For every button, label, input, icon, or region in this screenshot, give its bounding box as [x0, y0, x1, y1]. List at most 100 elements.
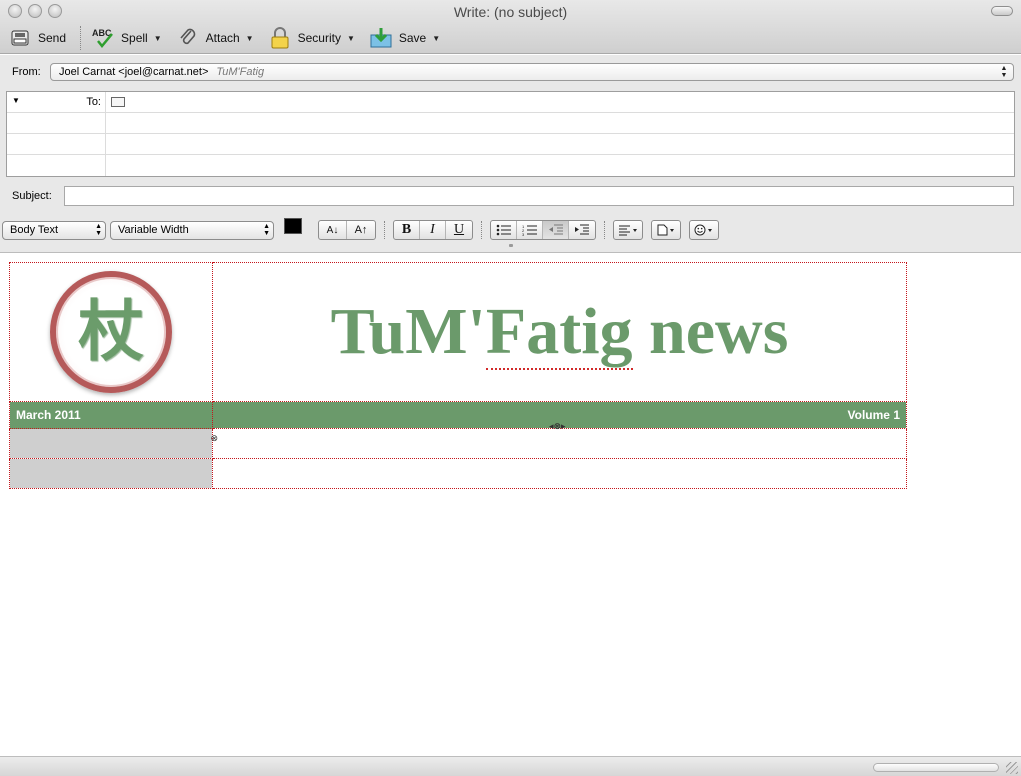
newsletter-title: TuM'Fatig news	[213, 294, 906, 370]
to-label: To:	[86, 96, 101, 108]
title-misspelled-word: Fatig	[485, 295, 633, 370]
outdent-icon[interactable]	[543, 221, 569, 239]
toolbar-separator	[80, 26, 82, 50]
spell-menu-arrow-icon[interactable]: ▼	[154, 34, 162, 43]
address-type-cell	[7, 134, 106, 155]
resize-grip-icon[interactable]	[1006, 762, 1018, 774]
main-toolbar: Send ABC Spell ▼ Attach ▼ Security ▼ Sav…	[8, 26, 454, 50]
format-separator	[481, 221, 482, 239]
security-menu-arrow-icon[interactable]: ▼	[347, 34, 355, 43]
decrease-font-size-button[interactable]: A↓	[319, 221, 347, 239]
font-select[interactable]: Variable Width ▲ ▼	[110, 220, 274, 240]
message-body[interactable]: 杖 TuM'Fatig news March 2011 Volume 1 ◂⊗▸…	[0, 254, 1021, 756]
address-card-icon[interactable]	[111, 97, 125, 107]
from-value: Joel Carnat <joel@carnat.net>	[59, 66, 209, 78]
volume-cell[interactable]: Volume 1 ◂⊗▸	[212, 401, 907, 432]
paperclip-icon	[176, 27, 200, 49]
align-button-group	[613, 220, 643, 240]
format-separator	[604, 221, 605, 239]
lock-icon	[268, 27, 292, 49]
updown-arrows-icon: ▲ ▼	[1000, 65, 1008, 79]
save-button[interactable]: Save ▼	[369, 26, 440, 50]
newsletter-table[interactable]: 杖 TuM'Fatig news March 2011 Volume 1 ◂⊗▸…	[9, 262, 907, 489]
font-size-buttons: A↓ A↑	[318, 220, 376, 240]
spell-button[interactable]: ABC Spell ▼	[91, 26, 162, 50]
attach-label: Attach	[205, 31, 240, 45]
bulleted-list-icon[interactable]	[491, 221, 517, 239]
format-separator	[384, 221, 385, 239]
attach-button[interactable]: Attach ▼	[176, 26, 254, 50]
paragraph-style-select[interactable]: Body Text ▲ ▼	[2, 220, 106, 240]
insert-button-group	[651, 220, 681, 240]
from-label: From:	[12, 66, 41, 78]
issue-date[interactable]: March 2011	[9, 401, 213, 429]
window-title: Write: (no subject)	[453, 4, 568, 20]
bold-button[interactable]: B	[394, 221, 420, 239]
logo-cell[interactable]: 杖	[9, 262, 213, 402]
spell-check-icon: ABC	[91, 27, 115, 49]
sidebar-cell[interactable]: ⊗	[9, 428, 218, 459]
security-button[interactable]: Security ▼	[268, 26, 355, 50]
save-label: Save	[398, 31, 427, 45]
from-identity: TuM'Fatig	[216, 66, 265, 78]
subject-row: Subject:	[0, 185, 1021, 207]
align-left-icon[interactable]	[614, 221, 642, 239]
subject-label: Subject:	[12, 190, 52, 202]
numbered-list-icon[interactable]: 123	[517, 221, 543, 239]
from-row: From: Joel Carnat <joel@carnat.net> TuM'F…	[0, 63, 1021, 83]
text-style-buttons: B I U	[393, 220, 473, 240]
address-row[interactable]: ▼ To:	[7, 92, 1014, 113]
font-value: Variable Width	[118, 223, 189, 236]
status-bar	[0, 756, 1021, 776]
subject-input[interactable]	[64, 186, 1014, 206]
address-type-selector[interactable]: ▼ To:	[7, 92, 106, 113]
text-color-swatch[interactable]	[284, 218, 302, 234]
insert-icon[interactable]	[652, 221, 680, 239]
paragraph-style-value: Body Text	[10, 223, 59, 236]
from-select[interactable]: Joel Carnat <joel@carnat.net> TuM'Fatig ▲…	[50, 63, 1014, 81]
address-list: ▼ To:	[6, 91, 1015, 177]
increase-font-size-button[interactable]: A↑	[347, 221, 375, 239]
compose-window: Write: (no subject) Send ABC Spell ▼ Att…	[0, 0, 1021, 776]
address-row[interactable]	[7, 113, 1014, 134]
updown-arrows-icon: ▲ ▼	[263, 222, 270, 237]
content-cell[interactable]	[212, 458, 907, 489]
address-type-cell	[7, 155, 106, 176]
seal-logo: 杖	[50, 271, 172, 393]
italic-button[interactable]: I	[420, 221, 446, 239]
splitter-handle[interactable]	[509, 244, 513, 247]
address-row[interactable]	[7, 134, 1014, 155]
seal-glyph: 杖	[78, 293, 144, 370]
indent-icon[interactable]	[569, 221, 595, 239]
save-icon	[369, 27, 393, 49]
color-swatches	[282, 218, 310, 242]
send-button[interactable]: Send	[8, 26, 66, 50]
title-bar: Write: (no subject) Send ABC Spell ▼ Att…	[0, 0, 1021, 54]
toolbar-toggle-button[interactable]	[991, 6, 1013, 16]
security-label: Security	[297, 31, 341, 45]
send-label: Send	[38, 31, 67, 45]
row-resize-handle-icon[interactable]: ⊗	[210, 433, 218, 444]
address-type-cell	[7, 113, 106, 134]
svg-text:3: 3	[522, 232, 525, 236]
content-cell[interactable]	[212, 428, 907, 459]
issue-volume: Volume 1	[847, 408, 900, 422]
format-toolbar: Body Text ▲ ▼ Variable Width ▲ ▼ A↓ A↑ B I…	[2, 217, 727, 243]
underline-button[interactable]: U	[446, 221, 472, 239]
masthead-cell[interactable]: TuM'Fatig news	[212, 262, 907, 402]
column-resize-handle-icon[interactable]: ◂⊗▸	[549, 421, 566, 432]
list-buttons: 123	[490, 220, 596, 240]
title-part2: news	[632, 295, 789, 368]
save-menu-arrow-icon[interactable]: ▼	[432, 34, 440, 43]
address-row[interactable]	[7, 155, 1014, 176]
smiley-button-group	[689, 220, 719, 240]
title-part1: TuM'	[330, 295, 486, 368]
disclosure-triangle-icon: ▼	[12, 96, 20, 105]
progress-indicator	[873, 763, 999, 772]
attach-menu-arrow-icon[interactable]: ▼	[246, 34, 254, 43]
smiley-icon[interactable]	[690, 221, 718, 239]
message-header: From: Joel Carnat <joel@carnat.net> TuM'F…	[0, 55, 1021, 253]
sidebar-cell[interactable]	[9, 458, 213, 489]
send-icon	[8, 27, 32, 49]
updown-arrows-icon: ▲ ▼	[95, 222, 102, 237]
